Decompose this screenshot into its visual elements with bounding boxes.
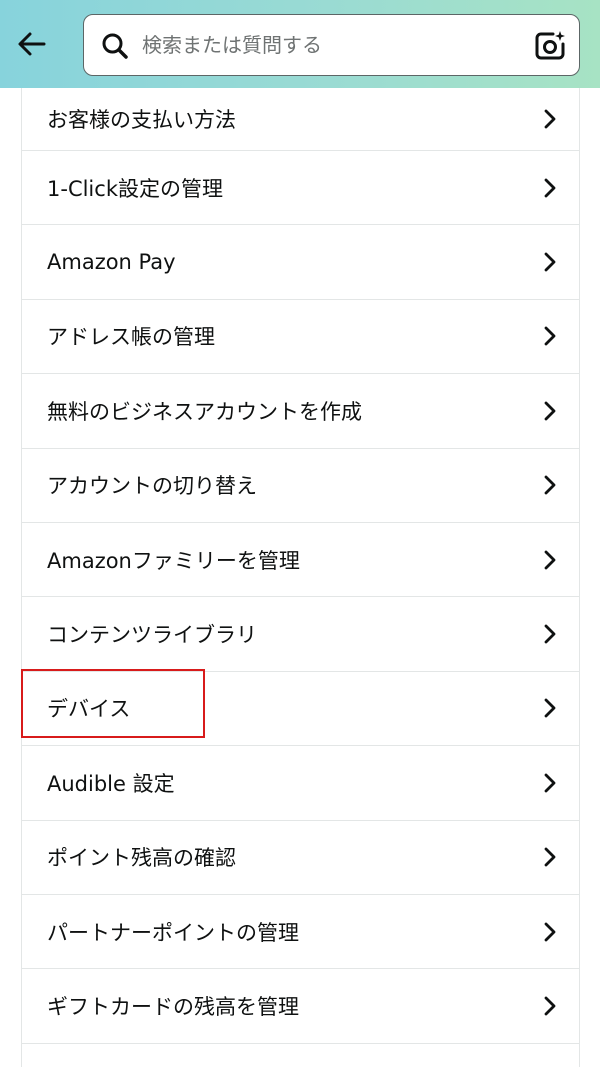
menu-item[interactable]: Amazonファミリーを管理 — [22, 523, 579, 598]
chevron-right-icon — [544, 847, 556, 867]
chevron-right-icon — [544, 550, 556, 570]
menu-item-label: アカウントの切り替え — [47, 474, 257, 499]
chevron-right-icon — [544, 624, 556, 644]
menu-item-label: Amazon Pay — [47, 250, 176, 275]
search-icon — [102, 33, 128, 59]
menu-item[interactable]: ギフトカードの残高を管理 — [22, 969, 579, 1044]
menu-item[interactable]: コンテンツライブラリ — [22, 597, 579, 672]
menu-item[interactable]: 無料のビジネスアカウントを作成 — [22, 374, 579, 449]
menu-item[interactable]: お客様の支払い方法 — [22, 88, 579, 151]
search-bar[interactable] — [83, 14, 580, 76]
chevron-right-icon — [544, 475, 556, 495]
chevron-right-icon — [544, 773, 556, 793]
menu-item-label: Audible 設定 — [47, 771, 175, 796]
menu-item[interactable]: Amazon Pay — [22, 225, 579, 300]
arrow-left-icon — [18, 32, 46, 56]
chevron-right-icon — [544, 252, 556, 272]
menu-item-label: ギフトカードの残高を管理 — [47, 994, 299, 1019]
menu-item[interactable]: Audible 設定 — [22, 746, 579, 821]
menu-item-label: コンテンツライブラリ — [47, 623, 257, 648]
chevron-right-icon — [544, 327, 556, 346]
menu-item-label: デバイス — [47, 697, 131, 722]
top-bar — [0, 0, 600, 88]
menu-item[interactable] — [22, 1044, 579, 1067]
chevron-right-icon — [544, 178, 556, 198]
menu-item-label: パートナーポイントの管理 — [47, 920, 299, 945]
menu-item[interactable]: ポイント残高の確認 — [22, 821, 579, 895]
menu-item[interactable]: アカウントの切り替え — [22, 449, 579, 523]
back-button[interactable] — [12, 24, 52, 64]
search-input[interactable] — [142, 27, 522, 63]
menu-item-label: お客様の支払い方法 — [47, 108, 236, 132]
menu-item-label: 1-Click設定の管理 — [47, 176, 223, 201]
chevron-right-icon — [544, 109, 556, 129]
chevron-right-icon — [544, 922, 556, 941]
chevron-right-icon — [544, 996, 556, 1016]
menu-item-label: 無料のビジネスアカウントを作成 — [47, 399, 362, 424]
menu-item-label: Amazonファミリーを管理 — [47, 548, 300, 573]
menu-item[interactable]: デバイス — [22, 672, 579, 747]
menu-item-label: アドレス帳の管理 — [47, 325, 215, 350]
menu-item-label: ポイント残高の確認 — [47, 846, 236, 871]
camera-lens-icon[interactable] — [533, 29, 567, 63]
menu-item[interactable]: アドレス帳の管理 — [22, 300, 579, 375]
chevron-right-icon — [544, 699, 556, 718]
menu-item[interactable]: 1-Click設定の管理 — [22, 151, 579, 226]
menu-item[interactable]: パートナーポイントの管理 — [22, 895, 579, 970]
account-settings-list: お客様の支払い方法 1-Click設定の管理 Amazon Pay アドレス帳の管理無… — [21, 88, 580, 1067]
chevron-right-icon — [544, 401, 556, 421]
